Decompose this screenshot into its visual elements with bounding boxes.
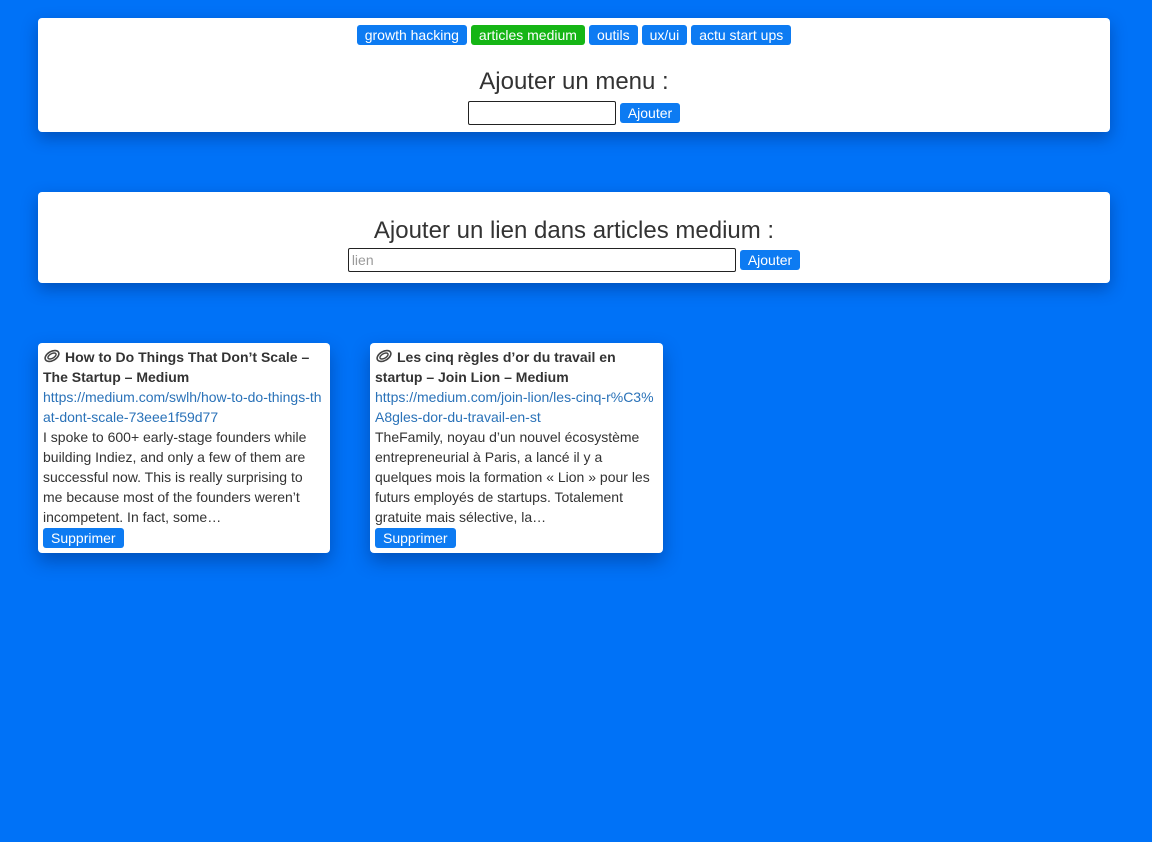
paperclip-icon <box>44 349 60 363</box>
delete-button[interactable]: Supprimer <box>43 528 124 548</box>
menu-tabs: growth hacking articles medium outils ux… <box>38 25 1110 45</box>
add-link-form: Ajouter <box>38 248 1110 272</box>
tab-actu-start-ups[interactable]: actu start ups <box>691 25 792 45</box>
menu-name-input[interactable] <box>467 101 616 125</box>
card-description: I spoke to 600+ early-stage founders whi… <box>43 429 307 525</box>
tab-growth-hacking[interactable]: growth hacking <box>356 25 467 45</box>
add-link-button[interactable]: Ajouter <box>739 250 801 270</box>
add-menu-title: Ajouter un menu : <box>479 68 669 95</box>
link-card: Les cinq règles d’or du travail en start… <box>370 343 663 553</box>
add-menu-form: Ajouter <box>38 101 1110 125</box>
menu-panel: growth hacking articles medium outils ux… <box>38 18 1110 132</box>
card-description: TheFamily, noyau d’un nouvel écosystème … <box>375 429 650 525</box>
card-title: How to Do Things That Don’t Scale – The … <box>43 349 310 385</box>
delete-button[interactable]: Supprimer <box>375 528 456 548</box>
card-title: Les cinq règles d’or du travail en start… <box>375 349 616 385</box>
tab-ux-ui[interactable]: ux/ui <box>641 25 688 45</box>
tab-outils[interactable]: outils <box>588 25 638 45</box>
add-menu-button[interactable]: Ajouter <box>619 103 681 123</box>
card-link[interactable]: https://medium.com/swlh/how-to-do-things… <box>43 387 325 427</box>
tab-articles-medium[interactable]: articles medium <box>470 25 585 45</box>
link-card: How to Do Things That Don’t Scale – The … <box>38 343 330 553</box>
link-input[interactable] <box>347 248 736 272</box>
card-link[interactable]: https://medium.com/join-lion/les-cinq-r%… <box>375 387 658 427</box>
paperclip-icon <box>376 349 392 363</box>
link-panel: Ajouter un lien dans articles medium : A… <box>38 192 1110 283</box>
add-link-title: Ajouter un lien dans articles medium : <box>373 217 775 244</box>
